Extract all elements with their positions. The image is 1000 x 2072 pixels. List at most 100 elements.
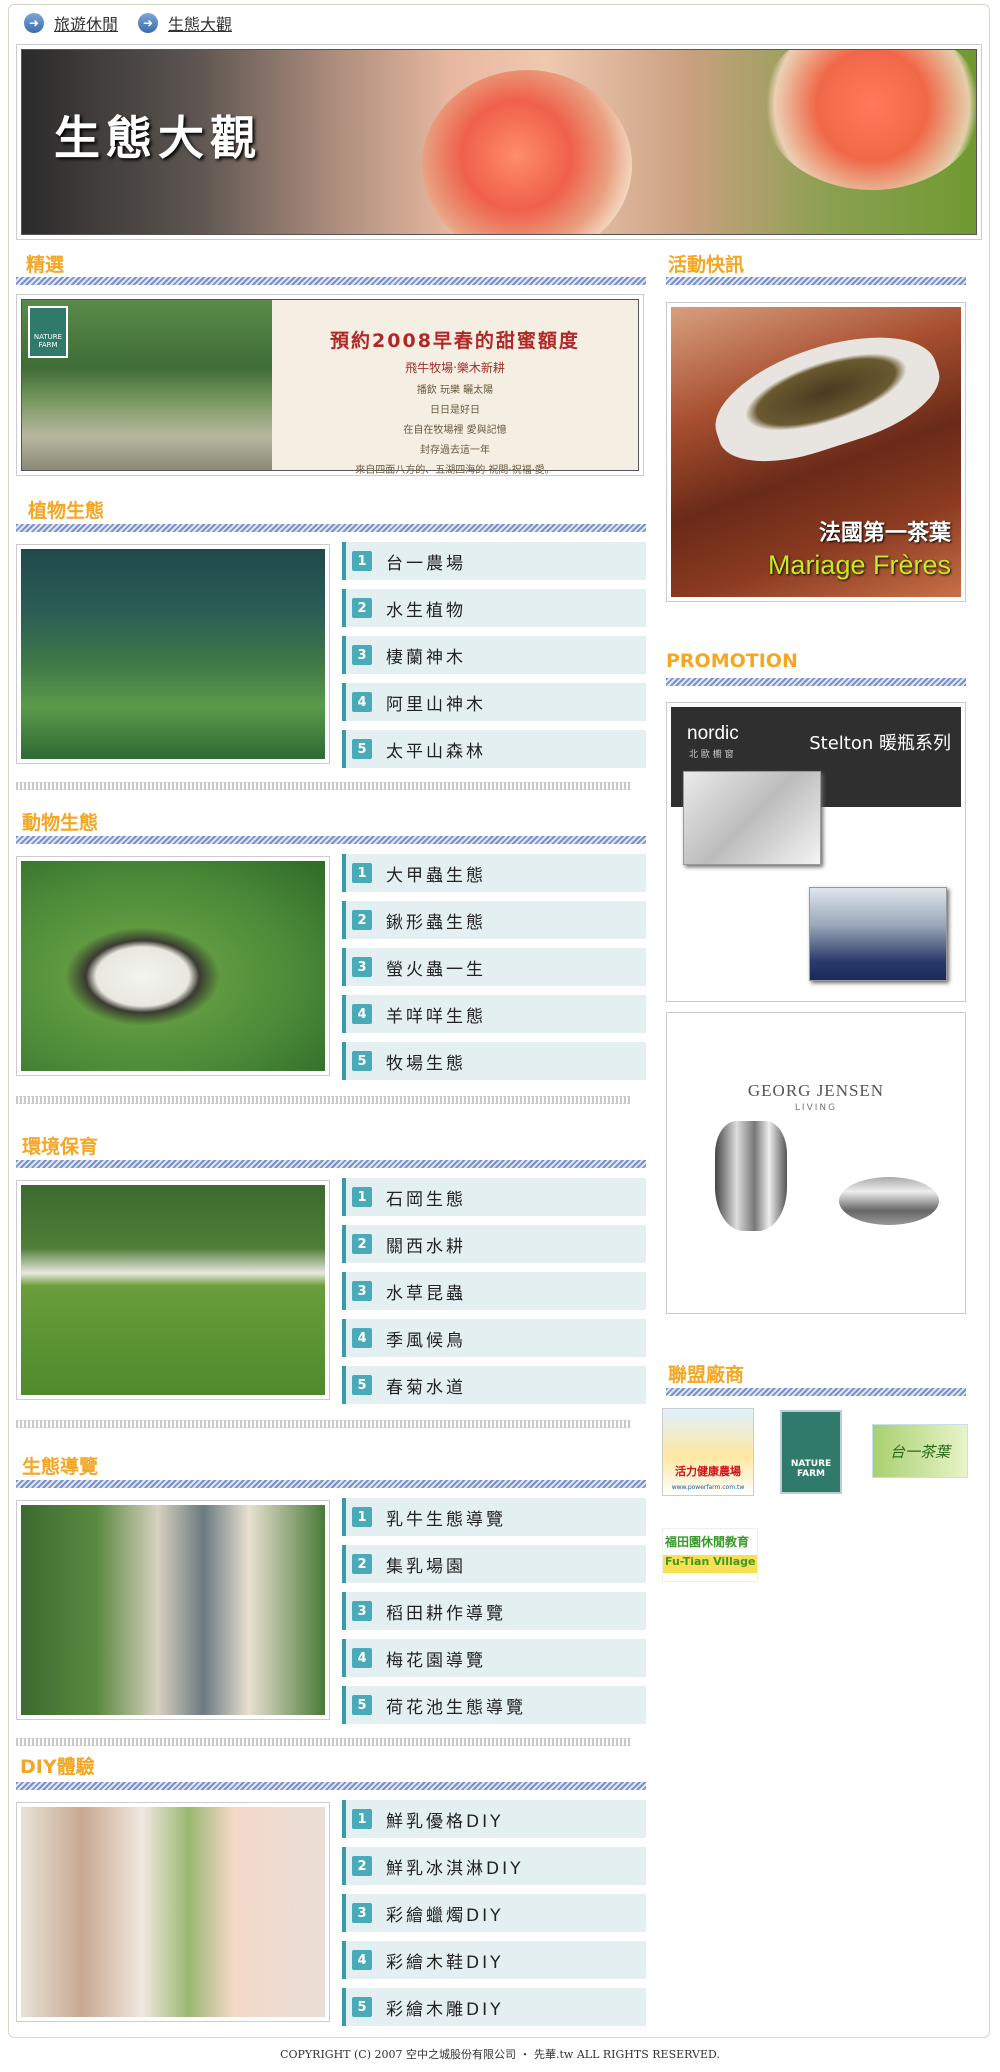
banner-lantern-flower xyxy=(762,50,976,190)
list-item-plants-5[interactable]: 5 太平山森林 xyxy=(342,730,646,768)
number-badge: 1 xyxy=(352,1187,372,1207)
partner-taiyi-tea[interactable]: 台一茶葉 xyxy=(872,1424,968,1478)
featured-line: 來自四面八方的、五湖四海的 祝問‧祝福‧愛。 xyxy=(355,465,555,476)
list-item-environment-5[interactable]: 5 春菊水道 xyxy=(342,1366,646,1404)
dotted-divider xyxy=(16,782,630,790)
breadcrumb: ➜ 旅遊休閒 ➜ 生態大觀 xyxy=(24,10,252,36)
environment-photo xyxy=(16,1180,330,1400)
page-title: 生態大觀 xyxy=(54,111,262,165)
animals-photo xyxy=(16,856,330,1076)
partner-sub: Fu-Tian Village xyxy=(663,1555,757,1573)
plants-list: 1 台一農場 2 水生植物 3 棲蘭神木 4 阿里山神木 5 太平山森林 xyxy=(342,542,646,777)
featured-promo[interactable]: NATURE FARM 預約2008早春的甜蜜額度 飛牛牧場‧樂木新耕 播飲 玩… xyxy=(16,294,644,476)
partner-label: NATURE FARM xyxy=(790,1459,832,1480)
number-badge: 4 xyxy=(352,1648,372,1668)
number-badge: 4 xyxy=(352,1950,372,1970)
list-item-tour-2[interactable]: 2 集乳場園 xyxy=(342,1545,646,1583)
nature-farm-logo: NATURE FARM xyxy=(28,306,68,358)
list-item-tour-1[interactable]: 1 乳牛生態導覽 xyxy=(342,1498,646,1536)
partner-power-farm[interactable]: 活力健康農場 www.powerfarm.com.tw xyxy=(662,1408,754,1496)
list-item-animals-5[interactable]: 5 牧場生態 xyxy=(342,1042,646,1080)
number-badge: 1 xyxy=(352,1809,372,1829)
section-divider xyxy=(16,1782,646,1790)
banner-image: 生態大觀 xyxy=(21,49,977,235)
list-item-diy-3[interactable]: 3 彩繪蠟燭DIY xyxy=(342,1894,646,1932)
number-badge: 1 xyxy=(352,551,372,571)
list-item-diy-1[interactable]: 1 鮮乳優格DIY xyxy=(342,1800,646,1838)
copyright-footer: COPYRIGHT (C) 2007 空中之城股份有限公司 ‧ 先華.tw AL… xyxy=(280,2048,720,2061)
section-title-animals: 動物生態 xyxy=(22,812,99,834)
list-item-tour-5[interactable]: 5 荷花池生態導覽 xyxy=(342,1686,646,1724)
partner-label: 活力健康農場 xyxy=(675,1465,741,1478)
promo-product-title: Stelton 暖瓶系列 xyxy=(809,733,951,754)
list-item-environment-2[interactable]: 2 關西水耕 xyxy=(342,1225,646,1263)
featured-photo: NATURE FARM xyxy=(22,300,272,470)
list-item-diy-2[interactable]: 2 鮮乳冰淇淋DIY xyxy=(342,1847,646,1885)
environment-list: 1 石岡生態 2 關西水耕 3 水草昆蟲 4 季風候鳥 5 春菊水道 xyxy=(342,1178,646,1413)
list-item-diy-4[interactable]: 4 彩繪木鞋DIY xyxy=(342,1941,646,1979)
list-item-animals-4[interactable]: 4 羊咩咩生態 xyxy=(342,995,646,1033)
section-title-diy: DIY體驗 xyxy=(20,1756,95,1778)
section-title-featured: 精選 xyxy=(26,254,65,276)
partner-sub: www.powerfarm.com.tw xyxy=(671,1484,745,1491)
list-item-environment-3[interactable]: 3 水草昆蟲 xyxy=(342,1272,646,1310)
section-divider xyxy=(16,1160,646,1168)
number-badge: 2 xyxy=(352,910,372,930)
featured-line: 播飲 玩樂 曬太陽 xyxy=(416,385,494,396)
number-badge: 4 xyxy=(352,1328,372,1348)
tour-list: 1 乳牛生態導覽 2 集乳場園 3 稻田耕作導覽 4 梅花園導覽 5 荷花池生態導覽 xyxy=(342,1498,646,1733)
list-item-plants-3[interactable]: 3 棲蘭神木 xyxy=(342,636,646,674)
breadcrumb-ecology[interactable]: 生態大觀 xyxy=(168,11,232,35)
list-item-animals-3[interactable]: 3 螢火蟲一生 xyxy=(342,948,646,986)
number-badge: 1 xyxy=(352,1507,372,1527)
hero-banner: 生態大觀 xyxy=(16,44,982,240)
section-divider xyxy=(666,1388,966,1396)
plants-photo xyxy=(16,544,330,764)
news-ad[interactable]: 法國第一茶葉 Mariage Frères xyxy=(666,302,966,602)
partner-nature-farm[interactable]: NATURE FARM xyxy=(780,1410,842,1494)
dotted-divider xyxy=(16,1420,630,1428)
arrow-right-icon: ➜ xyxy=(138,13,159,33)
list-item-plants-2[interactable]: 2 水生植物 xyxy=(342,589,646,627)
list-item-tour-4[interactable]: 4 梅花園導覽 xyxy=(342,1639,646,1677)
number-badge: 4 xyxy=(352,1004,372,1024)
jug-image xyxy=(715,1121,787,1231)
georg-jensen-brand: GEORG JENSEN xyxy=(747,1081,885,1100)
georg-jensen-sub: LIVING xyxy=(794,1103,838,1113)
section-divider xyxy=(16,836,646,844)
list-item-diy-5[interactable]: 5 彩繪木雕DIY xyxy=(342,1988,646,2026)
list-item-animals-1[interactable]: 1 大甲蟲生態 xyxy=(342,854,646,892)
list-item-plants-4[interactable]: 4 阿里山神木 xyxy=(342,683,646,721)
featured-title: 預約2008早春的甜蜜額度 xyxy=(330,330,580,352)
featured-line: 在自在牧場裡 愛與記憶 xyxy=(403,425,507,436)
number-badge: 5 xyxy=(352,1051,372,1071)
list-item-plants-1[interactable]: 1 台一農場 xyxy=(342,542,646,580)
featured-line: 封存過去這一年 xyxy=(420,445,490,456)
number-badge: 2 xyxy=(352,1234,372,1254)
georg-jensen-ad[interactable]: GEORG JENSEN LIVING xyxy=(666,1012,966,1314)
number-badge: 5 xyxy=(352,739,372,759)
nordic-logo-sub: 北 歐 櫥 窗 xyxy=(689,750,734,760)
section-divider xyxy=(666,277,966,285)
section-title-promotion: PROMOTION xyxy=(666,650,798,672)
news-ad-line2: Mariage Frères xyxy=(767,550,951,580)
number-badge: 3 xyxy=(352,957,372,977)
number-badge: 5 xyxy=(352,1997,372,2017)
number-badge: 2 xyxy=(352,1856,372,1876)
number-badge: 2 xyxy=(352,1554,372,1574)
featured-line: 日日是好日 xyxy=(430,405,480,416)
thermos-pour-image xyxy=(683,771,821,865)
diy-photo xyxy=(16,1802,330,2022)
list-item-tour-3[interactable]: 3 稻田耕作導覽 xyxy=(342,1592,646,1630)
breadcrumb-travel[interactable]: 旅遊休閒 xyxy=(54,11,118,35)
list-item-environment-1[interactable]: 1 石岡生態 xyxy=(342,1178,646,1216)
number-badge: 1 xyxy=(352,863,372,883)
stelton-promo-ad[interactable]: nordic 北 歐 櫥 窗 Stelton 暖瓶系列 xyxy=(666,702,966,1002)
animals-list: 1 大甲蟲生態 2 鍬形蟲生態 3 螢火蟲一生 4 羊咩咩生態 5 牧場生態 xyxy=(342,854,646,1089)
partner-futian-village[interactable]: 福田園休閒教育 Fu-Tian Village xyxy=(662,1528,758,1582)
dotted-divider xyxy=(16,1096,630,1104)
tour-photo xyxy=(16,1500,330,1720)
featured-card: 預約2008早春的甜蜜額度 飛牛牧場‧樂木新耕 播飲 玩樂 曬太陽 日日是好日 … xyxy=(272,300,638,476)
list-item-animals-2[interactable]: 2 鍬形蟲生態 xyxy=(342,901,646,939)
list-item-environment-4[interactable]: 4 季風候鳥 xyxy=(342,1319,646,1357)
